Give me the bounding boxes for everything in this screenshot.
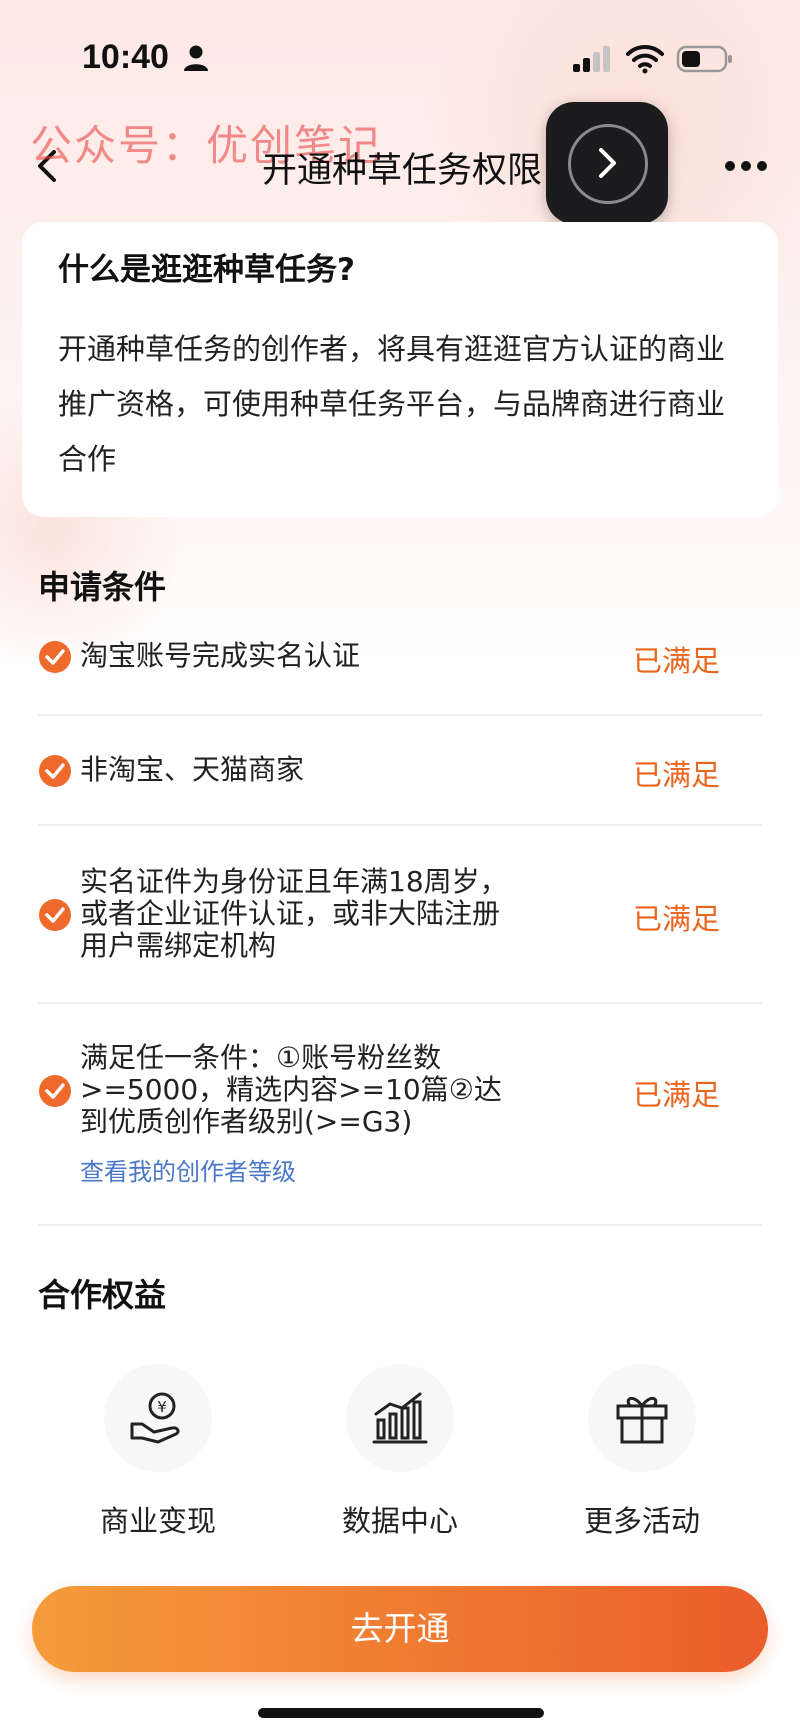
home-indicator (258, 1708, 544, 1718)
forward-button[interactable] (546, 102, 668, 224)
benefit-monetization[interactable]: ¥ 商业变现 (58, 1364, 258, 1540)
person-icon (184, 45, 208, 71)
money-hand-icon: ¥ (130, 1392, 180, 1444)
benefit-icon-circle: ¥ (104, 1364, 212, 1472)
status-time: 10:40 (82, 38, 169, 76)
condition-row: 实名证件为身份证且年满18周岁，或者企业证件认证，或非大陆注册用户需绑定机构 已… (38, 826, 762, 1004)
condition-text: 满足任一条件：①账号粉丝数>=5000，精选内容>=10篇②达到优质创作者级别(… (80, 1041, 502, 1138)
condition-status: 已满足 (632, 902, 720, 936)
condition-text: 实名证件为身份证且年满18周岁，或者企业证件认证，或非大陆注册用户需绑定机构 (80, 865, 508, 962)
condition-text: 淘宝账号完成实名认证 (80, 639, 361, 672)
wifi-icon (626, 44, 664, 74)
benefit-label: 更多活动 (583, 1504, 700, 1538)
benefits-title: 合作权益 (38, 1276, 167, 1314)
condition-row: 淘宝账号完成实名认证 已满足 (38, 616, 762, 716)
condition-status: 已满足 (632, 644, 720, 678)
benefit-label: 数据中心 (341, 1504, 458, 1538)
benefit-more-activities[interactable]: 更多活动 (542, 1364, 742, 1540)
creator-level-link[interactable]: 查看我的创作者等级 (80, 1152, 296, 1187)
intro-body: 开通种草任务的创作者，将具有逛逛官方认证的商业推广资格，可使用种草任务平台，与品… (58, 332, 726, 476)
page-title: 开通种草任务权限 (262, 151, 543, 191)
condition-status: 已满足 (632, 758, 720, 792)
check-circle-icon (39, 641, 71, 673)
benefit-data-center[interactable]: 数据中心 (300, 1364, 500, 1540)
intro-card: 什么是逛逛种草任务? 开通种草任务的创作者，将具有逛逛官方认证的商业推广资格，可… (22, 222, 778, 517)
battery-icon (676, 45, 732, 73)
check-circle-icon (39, 1075, 71, 1107)
conditions-title: 申请条件 (38, 568, 167, 606)
check-circle-icon (39, 755, 71, 787)
status-bar: 10:40 (0, 0, 800, 110)
more-options-icon[interactable] (722, 150, 770, 182)
divider (38, 1224, 762, 1226)
condition-text: 非淘宝、天猫商家 (80, 753, 305, 786)
intro-title: 什么是逛逛种草任务? (58, 252, 355, 288)
condition-status: 已满足 (632, 1078, 720, 1112)
condition-row: 非淘宝、天猫商家 已满足 (38, 716, 762, 826)
benefit-icon-circle (346, 1364, 454, 1472)
gift-icon (616, 1397, 668, 1444)
bar-chart-icon (372, 1392, 428, 1444)
benefit-label: 商业变现 (99, 1504, 216, 1538)
chevron-right-icon (599, 148, 616, 178)
check-circle-icon (39, 899, 71, 931)
condition-row: 满足任一条件：①账号粉丝数>=5000，精选内容>=10篇②达到优质创作者级别(… (38, 1004, 762, 1226)
benefit-icon-circle (588, 1364, 696, 1472)
activate-button[interactable]: 去开通 (32, 1586, 768, 1672)
cellular-signal-icon (573, 46, 610, 72)
svg-text:¥: ¥ (157, 1398, 167, 1416)
